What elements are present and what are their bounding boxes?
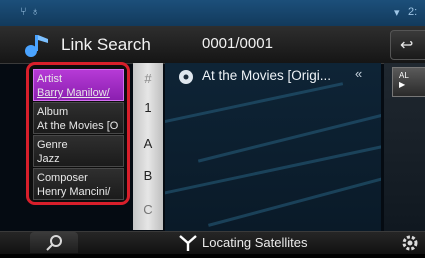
index-b[interactable]: B [133,168,163,183]
bluetooth-icon: ♁ [31,6,40,18]
result-counter: 0001/0001 [202,35,273,52]
gps-status-text: Locating Satellites [202,235,308,250]
expand-arrow-icon[interactable]: « [355,66,362,81]
music-note-icon [22,33,52,64]
results-list: At the Movies [Origi... « [165,63,381,231]
list-item-title: At the Movies [Origi... [202,68,332,83]
gps-antenna-icon [178,234,198,254]
page-title: Link Search [61,35,151,54]
category-value: At the Movies [O [37,120,119,132]
category-value: Henry Mancini/ [37,186,111,198]
category-genre[interactable]: Genre Jazz [33,135,124,167]
right-panel: AL ▶ [384,63,425,231]
clock: 2: [408,6,418,18]
category-label: Album [37,106,69,118]
category-label: Genre [37,139,68,151]
search-icon [46,235,62,251]
index-strip: # 1 A B C [133,63,163,230]
search-button[interactable] [30,232,78,253]
settings-gear-icon[interactable] [400,233,420,258]
list-item[interactable]: At the Movies [Origi... « [165,63,381,89]
index-1[interactable]: 1 [133,100,163,115]
index-a[interactable]: A [133,136,163,151]
category-label: Composer [37,172,88,184]
disc-icon [178,69,194,90]
index-c[interactable]: C [133,202,163,217]
back-button[interactable]: ↩ [390,30,425,60]
status-bar: ⑂ ♁ ▾ 2: [0,0,425,26]
index-hash[interactable]: # [133,71,163,86]
background-stripe [208,172,381,227]
category-value: Jazz [37,153,60,165]
category-list: Artist Barry Manilow/ Album At the Movie… [26,62,130,205]
header-bar: Link Search 0001/0001 ↩ [0,26,425,64]
signal-icon: ⑂ [20,6,27,18]
play-icon: ▶ [399,80,406,89]
all-play-button[interactable]: AL ▶ [392,67,425,97]
category-album[interactable]: Album At the Movies [O [33,102,124,134]
category-composer[interactable]: Composer Henry Mancini/ [33,168,124,200]
category-value: Barry Manilow/ [37,87,110,99]
return-arrow-icon: ↩ [400,37,414,54]
wifi-icon: ▾ [394,7,400,19]
all-label: AL [399,71,409,80]
category-label: Artist [37,73,63,85]
category-artist[interactable]: Artist Barry Manilow/ [33,69,124,101]
